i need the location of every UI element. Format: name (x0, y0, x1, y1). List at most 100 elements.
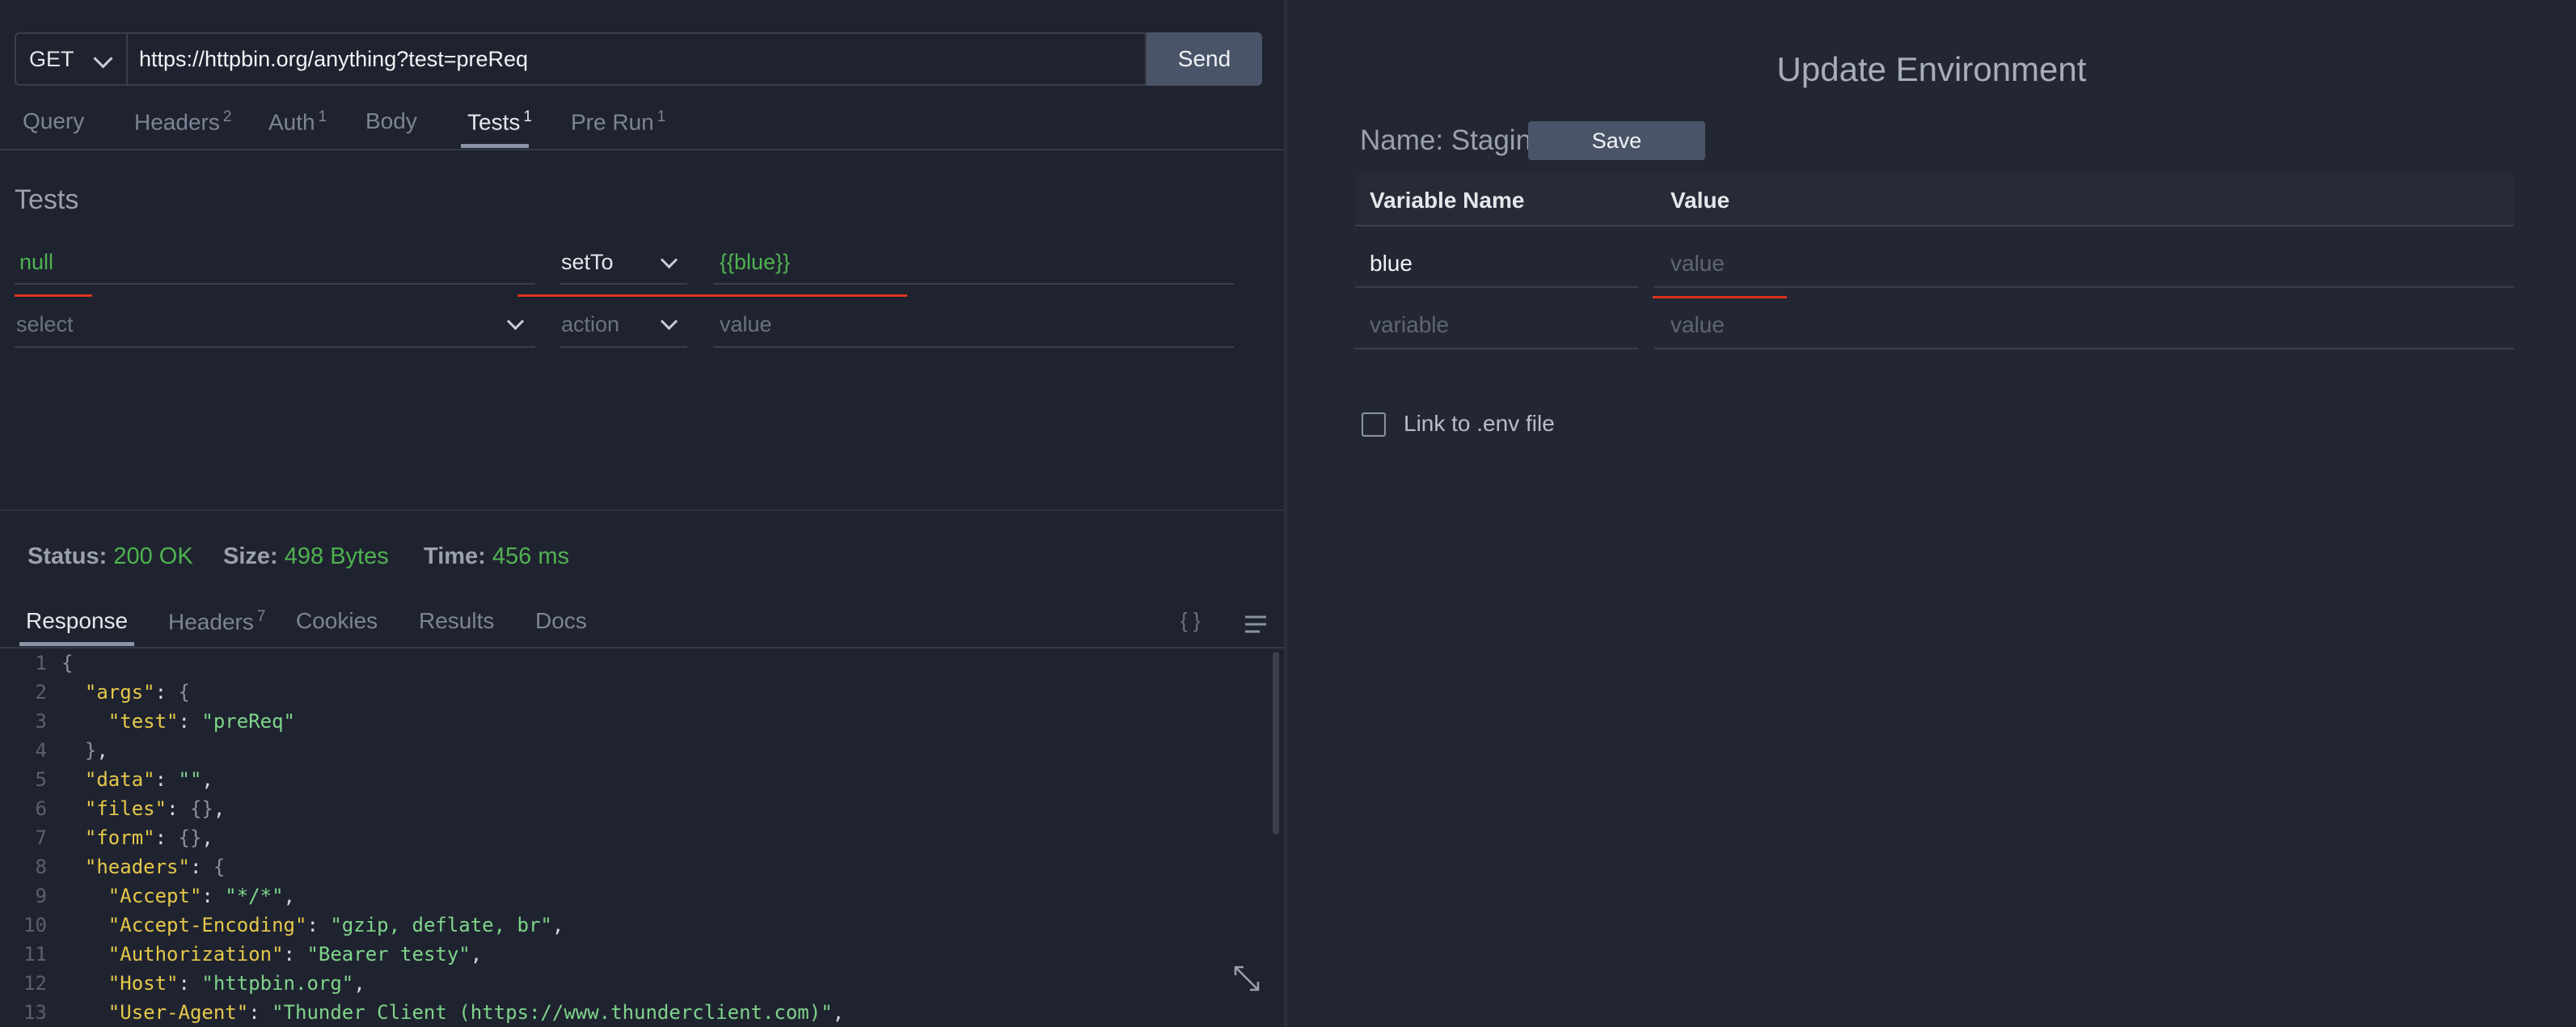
tab-response[interactable]: Response (26, 608, 128, 634)
field-underline (713, 346, 1234, 348)
scrollbar[interactable] (1273, 652, 1279, 835)
environment-panel: Update Environment Name: Staging (1287, 0, 2576, 1027)
line-number: 5 (35, 768, 47, 791)
field-underline (560, 346, 687, 348)
method-select[interactable]: GET (15, 32, 126, 86)
status-value: 200 OK (113, 543, 193, 569)
line-number: 11 (23, 943, 47, 966)
code-line: 12 "Host": "httpbin.org", (0, 969, 1274, 998)
line-number: 3 (35, 710, 47, 733)
url-text: https://httpbin.org/anything?test=preReq (139, 46, 529, 71)
size-value: 498 Bytes (284, 543, 389, 569)
tab-badge: 7 (256, 608, 266, 625)
tests-title: Tests (15, 184, 79, 215)
tab-badge: 1 (657, 108, 666, 125)
tab-query[interactable]: Query (23, 108, 84, 134)
time-info: Time: 456 ms (424, 543, 569, 570)
tab-label: Query (23, 108, 85, 133)
code-text: "data": "", (84, 768, 213, 791)
tab-results[interactable]: Results (419, 608, 494, 634)
error-underline (517, 294, 907, 297)
tab-cookies[interactable]: Cookies (296, 608, 378, 634)
code-line: 10 "Accept-Encoding": "gzip, deflate, br… (0, 911, 1274, 940)
variable-value-input[interactable]: value (1670, 251, 1725, 277)
tab-label: Auth (268, 109, 315, 135)
expand-icon[interactable] (1232, 964, 1261, 993)
code-text: "files": {}, (84, 797, 226, 820)
code-line: 5 "data": "", (0, 765, 1274, 794)
table-header-divider (1355, 225, 2515, 226)
time-label: Time: (424, 543, 486, 569)
code-line: 13 "User-Agent": "Thunder Client (https:… (0, 998, 1274, 1027)
error-underline (15, 294, 92, 297)
chevron-down-icon (93, 49, 113, 69)
send-button[interactable]: Send (1147, 32, 1262, 86)
line-number: 10 (23, 914, 47, 936)
variables-table-header (1355, 175, 2515, 225)
url-input[interactable]: https://httpbin.org/anything?test=preReq (126, 32, 1147, 86)
code-text: "Authorization": "Bearer testy", (108, 943, 483, 966)
test-value-input-empty[interactable]: value (720, 312, 772, 337)
format-json-icon[interactable]: { } (1180, 608, 1201, 633)
code-line: 6 "files": {}, (0, 794, 1274, 823)
error-underline (1653, 296, 1787, 298)
test-action-select-empty[interactable]: action (561, 312, 619, 337)
line-number: 4 (35, 739, 47, 762)
line-number: 8 (35, 856, 47, 878)
tab-response-headers[interactable]: Headers 7 (168, 608, 265, 635)
response-body[interactable]: 1{2 "args": {3 "test": "preReq" 4 }, 5 "da… (0, 649, 1274, 1027)
pane-splitter[interactable] (0, 509, 1284, 511)
tab-body[interactable]: Body (365, 108, 417, 134)
tab-label: Response (26, 608, 129, 633)
code-line: 11 "Authorization": "Bearer testy", (0, 940, 1274, 969)
code-line: 4 }, (0, 736, 1274, 765)
tab-label: Headers (168, 609, 254, 635)
tab-label: Pre Run (571, 109, 654, 135)
code-text: "Accept-Encoding": "gzip, deflate, br", (108, 914, 564, 936)
tab-auth[interactable]: Auth 1 (268, 108, 327, 135)
method-label: GET (29, 46, 74, 71)
status-info: Status: 200 OK (27, 543, 193, 570)
code-text: "args": { (84, 681, 190, 704)
variable-name-input[interactable]: blue (1370, 251, 1413, 277)
tab-docs[interactable]: Docs (535, 608, 587, 634)
test-source-input[interactable]: null (19, 250, 53, 275)
test-action-select[interactable]: setTo (561, 250, 614, 275)
code-line: 7 "form": {}, (0, 823, 1274, 852)
tabs-divider (0, 149, 1284, 150)
column-header-variable-name: Variable Name (1370, 188, 1525, 213)
field-underline (15, 283, 535, 285)
tab-headers[interactable]: Headers 2 (134, 108, 231, 135)
line-number: 7 (35, 826, 47, 849)
link-env-checkbox[interactable] (1362, 412, 1386, 437)
field-underline (15, 346, 535, 348)
line-number: 9 (35, 885, 47, 907)
save-button[interactable]: Save (1528, 121, 1705, 160)
line-number: 1 (35, 652, 47, 674)
code-line: 1{ (0, 649, 1274, 678)
tab-label: Docs (535, 608, 587, 633)
code-text: "User-Agent": "Thunder Client (https://w… (108, 1001, 845, 1024)
tab-badge: 1 (523, 108, 532, 125)
code-text: "Host": "httpbin.org", (108, 972, 365, 995)
code-text: }, (84, 739, 108, 762)
environment-title: Update Environment (1776, 50, 2087, 88)
tab-badge: 2 (222, 108, 232, 125)
new-variable-name-input[interactable]: variable (1370, 312, 1449, 338)
test-source-select[interactable]: select (16, 312, 74, 337)
code-text: { (61, 652, 74, 674)
tab-label: Headers (134, 109, 220, 135)
new-variable-value-input[interactable]: value (1670, 312, 1725, 338)
test-value-input[interactable]: {{blue}} (720, 250, 790, 275)
field-underline (1654, 348, 2515, 349)
tab-tests[interactable]: Tests 1 (467, 108, 532, 135)
tab-label: Tests (467, 109, 521, 135)
hamburger-icon[interactable] (1244, 615, 1268, 634)
tab-pre-run[interactable]: Pre Run 1 (571, 108, 665, 135)
code-text: "form": {}, (84, 826, 213, 849)
code-text: "Accept": "*/*", (108, 885, 295, 907)
field-underline (1355, 286, 1638, 288)
tab-label: Results (419, 608, 495, 633)
field-underline (560, 283, 687, 285)
code-text: "test": "preReq" (108, 710, 295, 733)
